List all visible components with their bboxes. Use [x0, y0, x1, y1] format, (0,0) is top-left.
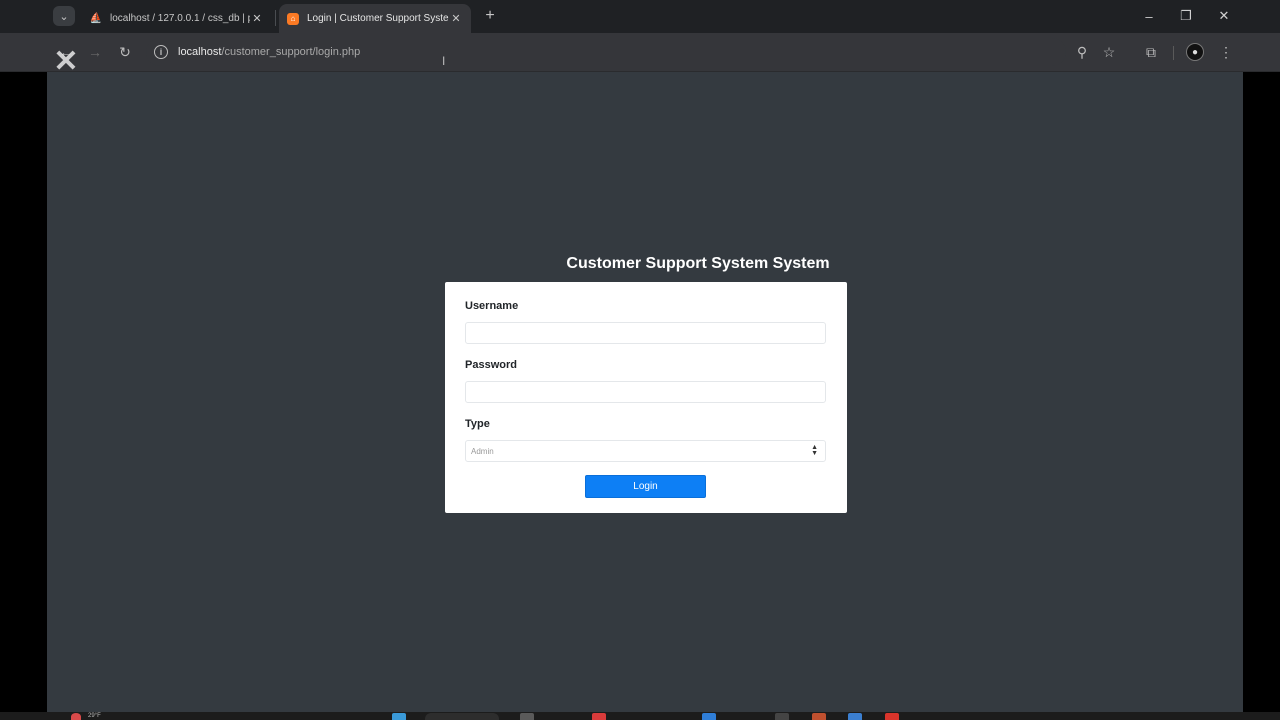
toolbar-divider	[1173, 46, 1174, 60]
profile-avatar[interactable]: ●	[1186, 43, 1204, 61]
password-input[interactable]	[465, 381, 826, 403]
left-letterbox	[0, 0, 47, 720]
text-cursor-icon: I	[442, 54, 446, 68]
right-letterbox	[1243, 0, 1280, 720]
taskbar-app-icon[interactable]	[812, 713, 826, 720]
url-host: localhost	[178, 46, 222, 58]
type-label: Type	[465, 418, 490, 430]
tab-strip: ⌄ ⛵ localhost / 127.0.0.1 / css_db | p ✕…	[0, 0, 1280, 33]
restore-icon[interactable]: ❐	[1172, 6, 1200, 26]
taskbar-app-icon[interactable]	[520, 713, 534, 720]
weather-icon[interactable]	[71, 713, 81, 720]
zoom-magnifier-icon[interactable]: ⚲	[1072, 42, 1092, 62]
weather-text: 29°F	[88, 713, 101, 719]
type-selected-value: Admin	[471, 446, 494, 456]
bookmark-star-icon[interactable]: ☆	[1099, 42, 1119, 62]
tab-divider	[275, 10, 276, 26]
browser-content: Customer Support System System Username …	[47, 0, 1243, 720]
kebab-menu-icon[interactable]: ⋮	[1216, 42, 1236, 62]
password-label: Password	[465, 359, 517, 371]
taskbar-app-icon[interactable]	[885, 713, 899, 720]
taskbar-app-icon[interactable]	[702, 713, 716, 720]
page-title: Customer Support System System	[566, 255, 830, 272]
site-info-icon[interactable]: i	[154, 45, 168, 59]
taskbar	[0, 712, 1280, 720]
taskbar-app-icon[interactable]	[592, 713, 606, 720]
login-button[interactable]: Login	[585, 475, 706, 498]
address-bar[interactable]: i localhost/customer_support/login.php	[146, 38, 1066, 66]
new-tab-plus-icon[interactable]: +	[480, 6, 500, 26]
tab-title: localhost / 127.0.0.1 / css_db | p	[110, 13, 250, 24]
forward-arrow-icon[interactable]: →	[85, 42, 105, 62]
username-label: Username	[465, 300, 519, 312]
browser-toolbar: ← → ↻ i localhost/customer_support/login…	[0, 33, 1280, 72]
window-close-icon[interactable]: ✕	[1210, 6, 1238, 26]
url-path: /customer_support/login.php	[221, 46, 361, 58]
extensions-puzzle-icon[interactable]: ⧉	[1141, 42, 1161, 62]
tab-login[interactable]: ⌂ Login | Customer Support Syste ✕	[279, 4, 471, 33]
tab-title: Login | Customer Support Syste	[307, 13, 449, 24]
minimize-icon[interactable]: –	[1135, 6, 1163, 26]
reload-icon[interactable]: ↻	[115, 42, 135, 62]
close-icon[interactable]: ✕	[250, 12, 264, 25]
phpmyadmin-icon: ⛵	[89, 13, 103, 24]
type-select[interactable]: Admin ▲ ▼	[465, 440, 826, 462]
tab-phpmyadmin[interactable]: ⛵ localhost / 127.0.0.1 / css_db | p ✕	[82, 4, 272, 33]
taskbar-search-icon[interactable]	[425, 713, 499, 720]
select-caret-icon: ▲ ▼	[811, 444, 818, 457]
close-icon[interactable]: ✕	[449, 12, 463, 25]
taskbar-app-icon[interactable]	[848, 713, 862, 720]
taskbar-app-icon[interactable]	[392, 713, 406, 720]
taskbar-app-icon[interactable]	[775, 713, 789, 720]
login-card: Username Password Type Admin ▲ ▼ Login	[445, 282, 847, 513]
username-input[interactable]	[465, 322, 826, 344]
address-url: localhost/customer_support/login.php	[178, 46, 360, 58]
capcut-watermark-icon: ✕	[53, 45, 79, 78]
tab-search-chevron-icon[interactable]: ⌄	[53, 6, 75, 26]
xampp-icon: ⌂	[287, 12, 299, 25]
